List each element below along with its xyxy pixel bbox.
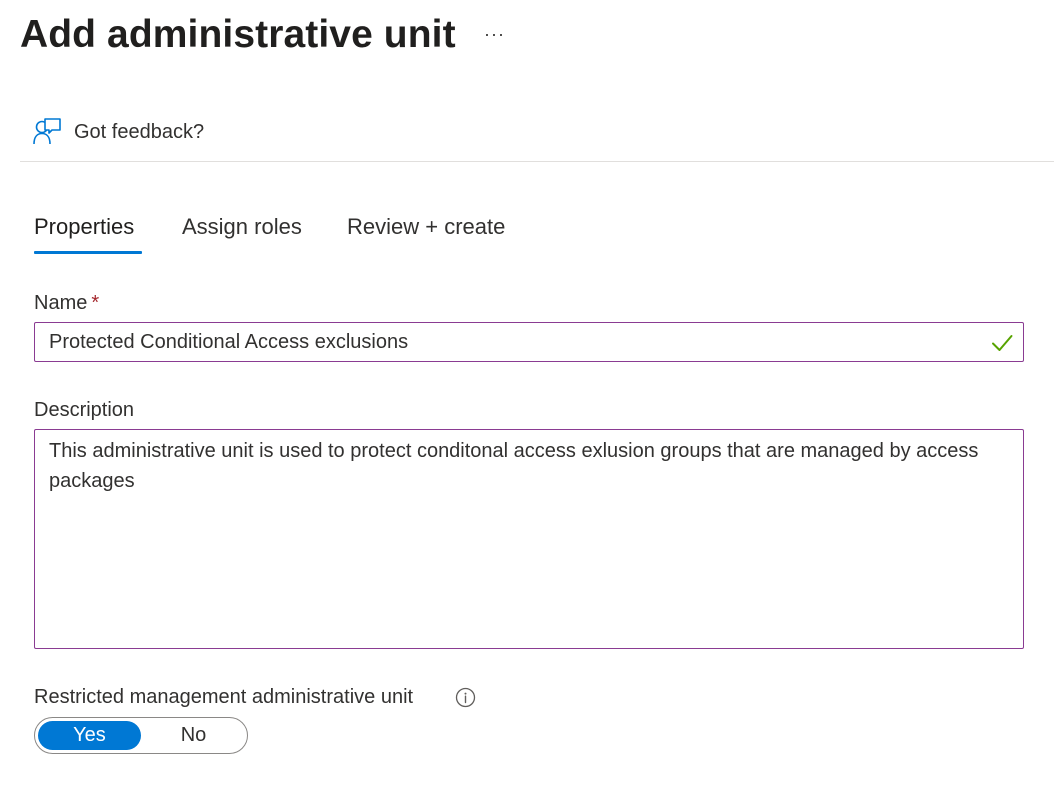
info-icon[interactable] [455, 687, 476, 708]
feedback-person-icon [33, 118, 61, 145]
description-value: This administrative unit is used to prot… [49, 440, 979, 492]
required-marker: * [91, 292, 100, 314]
restricted-management-label: Restricted management administrative uni… [34, 686, 414, 708]
description-label: Description [34, 399, 135, 421]
feedback-button[interactable]: Got feedback? [32, 116, 204, 148]
checkmark-icon [992, 335, 1013, 351]
toggle-option-yes[interactable]: Yes [38, 721, 141, 750]
page-title: Add administrative unit [20, 13, 456, 56]
restricted-management-toggle[interactable]: Yes No [34, 717, 248, 754]
name-label-text: Name [34, 292, 88, 314]
add-administrative-unit-page: Add administrative unit ··· Got feedback… [0, 0, 1054, 790]
tab-assign-roles[interactable]: Assign roles [182, 210, 302, 244]
feedback-label: Got feedback? [74, 121, 205, 143]
name-input[interactable]: Protected Conditional Access exclusions [34, 322, 1024, 362]
toggle-option-no[interactable]: No [142, 721, 245, 750]
more-options-button[interactable]: ··· [484, 22, 505, 46]
name-label: Name * [34, 289, 99, 317]
description-textarea[interactable]: This administrative unit is used to prot… [34, 429, 1024, 649]
active-tab-indicator [34, 251, 142, 254]
divider [20, 161, 1054, 162]
name-input-value: Protected Conditional Access exclusions [49, 331, 409, 353]
tab-review-create[interactable]: Review + create [347, 210, 505, 244]
tab-properties[interactable]: Properties [34, 210, 134, 244]
